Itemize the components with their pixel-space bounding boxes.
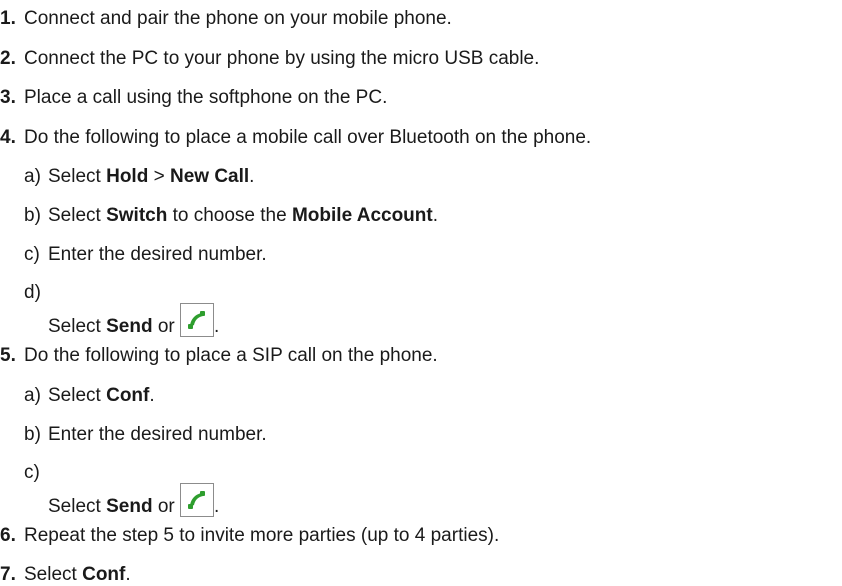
conf-softkey-label: Conf xyxy=(106,385,150,406)
substep-letter: d) xyxy=(24,282,41,303)
substep-4d: Select Send or . xyxy=(48,303,219,338)
substep-4a: a) Select Hold > New Call. xyxy=(24,166,254,188)
substep-text: . xyxy=(432,205,439,226)
step-number: 2. xyxy=(0,48,16,69)
substep-text: Select xyxy=(48,316,107,337)
step-number: 6. xyxy=(0,525,16,546)
step-number: 5. xyxy=(0,345,16,366)
substep-text: Select xyxy=(48,205,107,226)
instruction-document: 1. Connect and pair the phone on your mob… xyxy=(0,0,842,586)
step-2: 2. Connect the PC to your phone by using … xyxy=(0,48,539,70)
substep-text: or xyxy=(152,496,180,517)
step-text: Connect and pair the phone on your mobil… xyxy=(24,8,452,29)
step-text: Do the following to place a SIP call on … xyxy=(24,345,438,366)
substep-text: or xyxy=(152,316,180,337)
step-number: 7. xyxy=(0,564,16,585)
step-6: 6. Repeat the step 5 to invite more parti… xyxy=(0,525,499,547)
substep-text: Select xyxy=(48,166,107,187)
substep-5b: b) Enter the desired number. xyxy=(24,424,267,446)
substep-text: . xyxy=(149,385,155,406)
step-7: 7. Select Conf. xyxy=(0,564,131,586)
substep-text: . xyxy=(249,166,255,187)
substep-letter: a) xyxy=(24,166,41,187)
hold-softkey-label: Hold xyxy=(106,166,149,187)
step-text: Select xyxy=(24,564,83,585)
substep-text: > xyxy=(148,166,170,187)
substep-5c-letter-line: c) xyxy=(24,462,48,484)
substep-letter: b) xyxy=(24,205,41,226)
substep-4b: b) Select Switch to choose the Mobile Acc… xyxy=(24,205,438,227)
step-number: 4. xyxy=(0,127,16,148)
send-softkey-label: Send xyxy=(106,316,153,337)
substep-letter: c) xyxy=(24,462,40,483)
substep-letter: c) xyxy=(24,244,40,265)
step-text: Do the following to place a mobile call … xyxy=(24,127,592,148)
substep-4c: c) Enter the desired number. xyxy=(24,244,267,266)
step-number: 1. xyxy=(0,8,16,29)
new-call-softkey-label: New Call xyxy=(169,166,250,187)
substep-text: . xyxy=(214,316,220,337)
substep-text: to choose the xyxy=(167,205,292,226)
switch-softkey-label: Switch xyxy=(106,205,168,226)
substep-text: Enter the desired number. xyxy=(48,424,267,445)
substep-5c: Select Send or . xyxy=(48,483,219,518)
step-text: Place a call using the softphone on the … xyxy=(24,87,388,108)
send-call-icon xyxy=(180,483,214,517)
step-1: 1. Connect and pair the phone on your mob… xyxy=(0,8,452,30)
substep-text: Enter the desired number. xyxy=(48,244,267,265)
substep-text: . xyxy=(214,496,220,517)
step-text: . xyxy=(125,564,131,585)
mobile-account-label: Mobile Account xyxy=(291,205,433,226)
substep-letter: b) xyxy=(24,424,41,445)
step-text: Connect the PC to your phone by using th… xyxy=(24,48,540,69)
substep-text: Select xyxy=(48,385,107,406)
step-text: Repeat the step 5 to invite more parties… xyxy=(24,525,500,546)
step-5: 5. Do the following to place a SIP call o… xyxy=(0,345,438,367)
send-call-icon xyxy=(180,303,214,337)
substep-letter: a) xyxy=(24,385,41,406)
substep-5a: a) Select Conf. xyxy=(24,385,155,407)
conf-softkey-label: Conf xyxy=(82,564,126,585)
send-softkey-label: Send xyxy=(106,496,153,517)
step-number: 3. xyxy=(0,87,16,108)
step-3: 3. Place a call using the softphone on th… xyxy=(0,87,387,109)
substep-text: Select xyxy=(48,496,107,517)
step-4: 4. Do the following to place a mobile cal… xyxy=(0,127,591,149)
substep-4d-letter-line: d) xyxy=(24,282,48,304)
